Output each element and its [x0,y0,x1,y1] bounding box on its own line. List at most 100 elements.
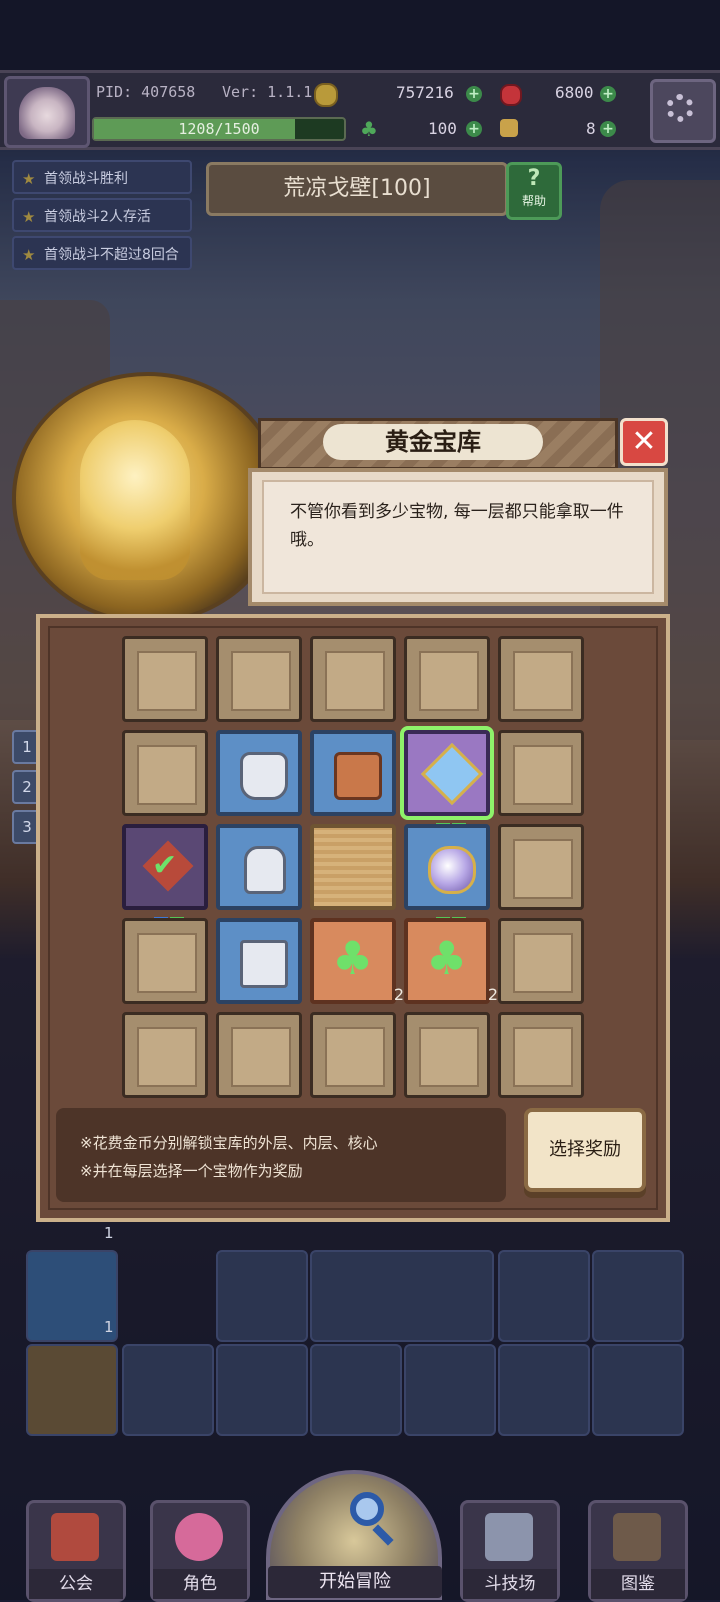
nav-guild[interactable]: 公会 [26,1500,126,1602]
quest-label: 首领战斗2人存活 [44,209,151,225]
gauntlet-icon [244,846,286,894]
nav-label: 公会 [29,1569,123,1599]
close-button[interactable]: ✕ [620,418,668,466]
vault-item-boots[interactable] [216,918,302,1004]
add-clover-icon[interactable]: + [466,121,482,137]
quest-label: 首领战斗胜利 [44,171,128,187]
vault-core-tile[interactable] [310,824,396,910]
vault-frame-tile [498,824,584,910]
player-id: PID: 407658 [96,83,196,101]
vault-frame-tile [310,1012,396,1098]
vault-frame-tile [404,636,490,722]
clover-icon: ♣ [360,117,378,141]
item-count: 1 [104,1224,114,1242]
vault-frame-tile [216,636,302,722]
vault-item-armor[interactable] [216,730,302,816]
add-key-icon[interactable]: + [600,121,616,137]
select-reward-label: 选择奖励 [549,1139,621,1160]
stamina-text: 1208/1500 [178,120,260,138]
inventory-cell[interactable] [404,1344,496,1436]
zone-title: 荒凉戈壁[100] [206,162,508,216]
close-icon: ✕ [631,424,657,459]
vault-frame-tile [122,918,208,1004]
gem-amount: 6800 [555,83,594,102]
vault-frame-tile [216,1012,302,1098]
help-button[interactable]: ? 帮助 [506,162,562,220]
quest-label: 首领战斗不超过8回合 [44,247,179,263]
key-amount: 8 [586,119,596,138]
vault-item-card[interactable] [310,730,396,816]
guild-icon [51,1513,99,1561]
quest-item: ★ 首领战斗不超过8回合 [12,236,192,270]
red-gem-icon [500,84,522,106]
inventory-cell[interactable] [592,1344,684,1436]
quest-item: ★ 首领战斗2人存活 [12,198,192,232]
vault-frame-tile [498,636,584,722]
checkmark-icon: ✔ [152,848,178,883]
player-avatar[interactable] [4,76,90,148]
vault-item-clover[interactable]: ♣ 2 [310,918,404,1004]
modal-title-bar: 黄金宝库 [258,418,618,470]
boots-icon [240,940,288,988]
add-gem-icon[interactable]: + [600,86,616,102]
inventory-cell[interactable] [310,1250,494,1342]
inventory-cell[interactable] [592,1250,684,1342]
character-icon [175,1513,223,1561]
inventory-cell[interactable] [216,1250,308,1342]
top-status-bar: PID: 407658 Ver: 1.1.1.3 757216 + 6800 +… [0,70,720,150]
sapphire-icon [420,742,484,806]
vault-item-claimed[interactable]: ✔ [122,824,208,923]
rarity-pips [154,908,186,923]
inventory-cell[interactable] [498,1250,590,1342]
settings-button[interactable] [650,79,716,143]
add-gold-icon[interactable]: + [466,86,482,102]
heart-card-icon [334,752,382,800]
gold-amount: 757216 [396,83,454,102]
modal-title: 黄金宝库 [323,424,543,460]
nav-codex[interactable]: 图鉴 [588,1500,688,1602]
select-reward-button[interactable]: 选择奖励 [524,1108,646,1192]
nav-label: 图鉴 [591,1569,685,1599]
avatar [19,87,75,139]
vault-item-sapphire[interactable] [400,726,494,829]
hand-icon [500,119,518,137]
vault-frame-tile [498,918,584,1004]
book-icon [613,1513,661,1561]
vault-frame-tile [498,1012,584,1098]
nav-character[interactable]: 角色 [150,1500,250,1602]
nav-arena[interactable]: 斗技场 [460,1500,560,1602]
vault-item-gauntlet[interactable] [216,824,302,910]
question-icon: ? [527,166,541,191]
info-line: ※并在每层选择一个宝物作为奖励 [80,1162,303,1180]
vault-item-clover[interactable]: ♣ 2 [404,918,498,1004]
stamina-bar: 1208/1500 [92,117,346,141]
item-count: 2 [487,985,498,1004]
item-count: 1 [104,1318,114,1336]
armor-icon [240,752,288,800]
coin-icon [314,83,338,107]
clover-icon: ♣ [332,931,374,985]
description-text: 不管你看到多少宝物, 每一层都只能拿取一件哦。 [290,502,624,550]
vault-frame-tile [122,636,208,722]
inventory-cell[interactable] [26,1344,118,1436]
vault-frame-tile [122,730,208,816]
inventory-cell[interactable] [122,1344,214,1436]
vault-item-orb[interactable] [404,824,490,923]
vault-frame-tile [310,636,396,722]
rarity-pips [436,814,468,829]
quest-item: ★ 首领战斗胜利 [12,160,192,194]
start-adventure-label[interactable]: 开始冒险 [268,1566,442,1598]
inventory-cell[interactable] [498,1344,590,1436]
crystal-orb-icon [428,846,476,894]
star-icon: ★ [22,208,36,226]
gear-icon [666,94,694,122]
inventory-cell[interactable] [216,1344,308,1436]
search-icon [350,1492,384,1526]
crossed-swords-icon [485,1513,533,1561]
vault-frame-tile [122,1012,208,1098]
inventory-cell[interactable] [310,1344,402,1436]
vault-frame-tile [498,730,584,816]
item-count: 2 [393,985,404,1004]
clover-icon: ♣ [426,931,468,985]
star-icon: ★ [22,246,36,264]
